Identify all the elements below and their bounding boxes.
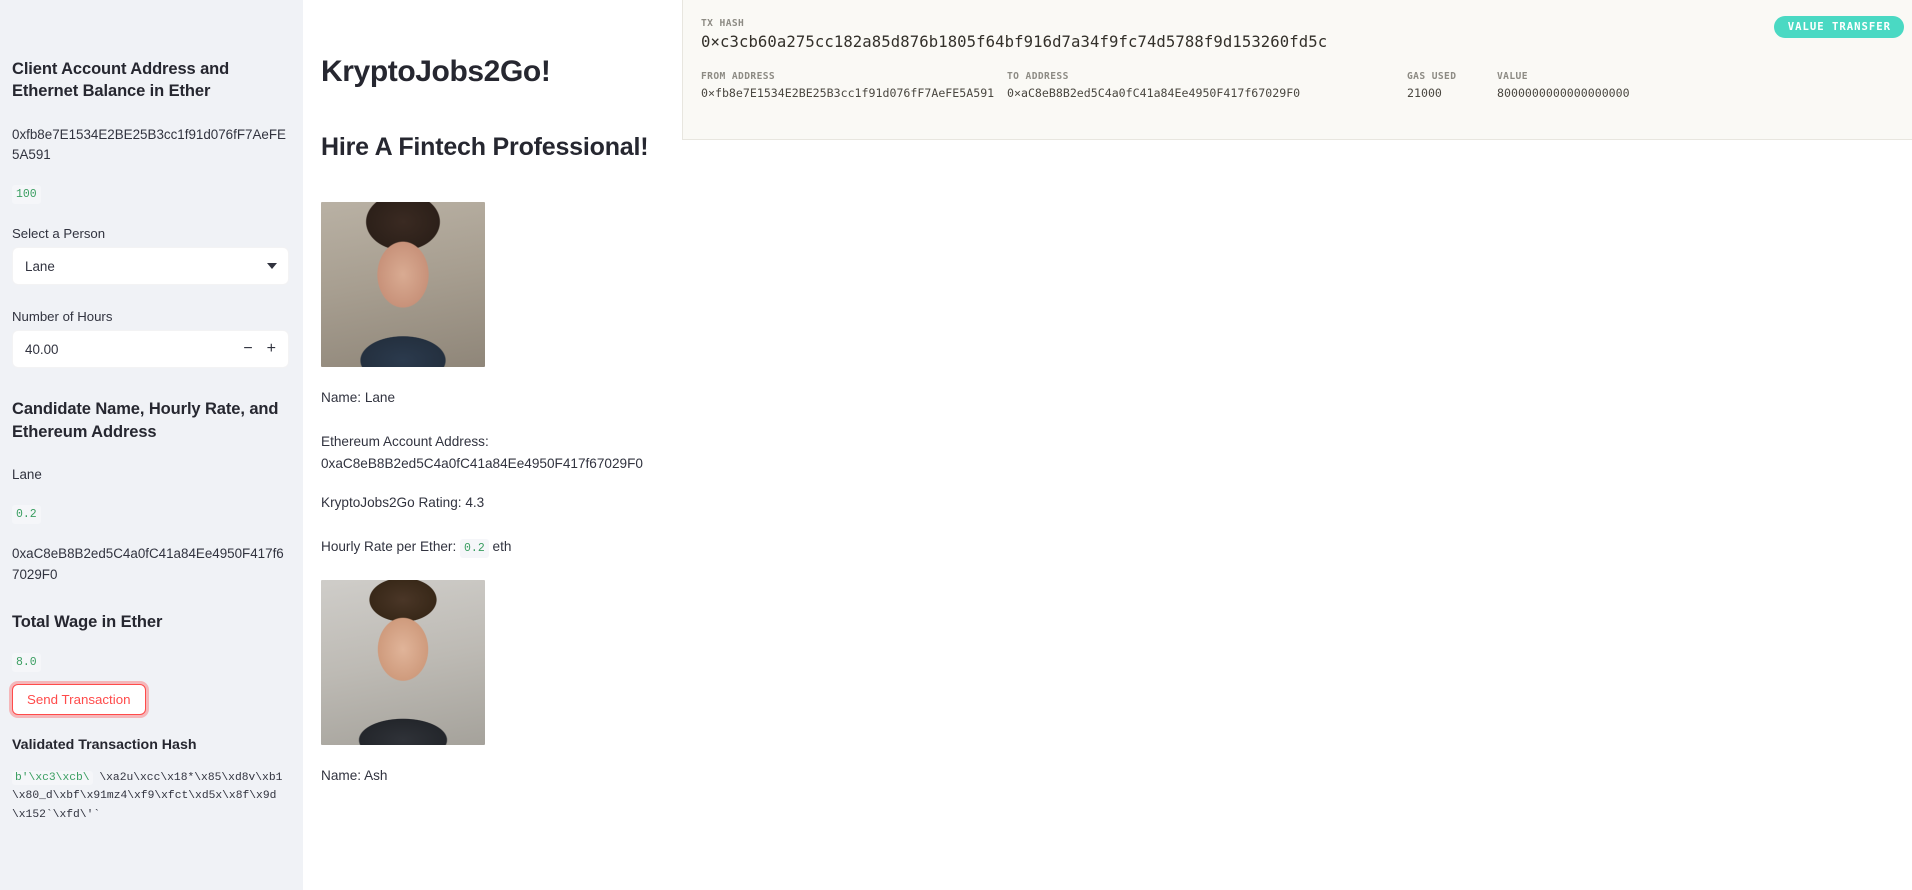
number-of-hours-input[interactable]: 40.00 − + bbox=[12, 330, 289, 369]
total-wage-wrapper: 8.0 bbox=[12, 652, 289, 672]
sidebar-heading-candidate: Candidate Name, Hourly Rate, and Ethereu… bbox=[12, 400, 279, 441]
tx-value-value: 8000000000000000000 bbox=[1497, 86, 1630, 100]
candidate-address-block: Ethereum Account Address: 0xaC8eB8B2ed5C… bbox=[321, 431, 678, 475]
candidate-name-line: Name: Ash bbox=[321, 768, 388, 784]
sidebar: Client Account Address and Ethernet Bala… bbox=[0, 0, 303, 890]
number-of-hours-label: Number of Hours bbox=[12, 309, 113, 325]
candidate-name-line: Name: Lane bbox=[321, 390, 396, 405]
tx-gas-label: GAS USED bbox=[1407, 71, 1457, 82]
candidate-photo-ash bbox=[321, 580, 485, 746]
candidate-card: Name: Lane Ethereum Account Address: 0xa… bbox=[321, 202, 678, 559]
candidate-name-value: Lane bbox=[12, 466, 42, 482]
candidate-rate-unit: eth bbox=[492, 539, 512, 554]
total-wage-value: 8.0 bbox=[12, 652, 41, 672]
tx-gas-value: 21000 bbox=[1407, 86, 1442, 100]
tx-from-label: FROM ADDRESS bbox=[701, 71, 776, 82]
status-badge: VALUE TRANSFER bbox=[1773, 16, 1904, 38]
app-root: Client Account Address and Ethernet Bala… bbox=[0, 0, 1912, 890]
candidate-card: Name: Ash bbox=[321, 580, 678, 787]
stepper-decrement-icon[interactable]: − bbox=[243, 341, 252, 357]
chevron-down-icon[interactable] bbox=[267, 263, 277, 270]
sidebar-heading-client-account: Client Account Address and Ethernet Bala… bbox=[12, 60, 230, 101]
transaction-card: TX HASH 0×c3cb60a275cc182a85d876b1805f64… bbox=[682, 0, 1912, 140]
tx-from-column: FROM ADDRESS 0×fb8e7E1534E2BE25B3cc1f91d… bbox=[701, 71, 1007, 100]
tx-gas-column: GAS USED 21000 bbox=[1407, 71, 1497, 100]
candidate-photo-lane bbox=[321, 202, 485, 367]
tx-to-label: TO ADDRESS bbox=[1007, 71, 1069, 82]
page-title: KryptoJobs2Go! bbox=[321, 55, 551, 88]
candidate-address-value: 0xaC8eB8B2ed5C4a0fC41a84Ee4950F417f67029… bbox=[321, 455, 643, 471]
tx-from-value: 0×fb8e7E1534E2BE25B3cc1f91d076fF7AeFE5A5… bbox=[701, 86, 995, 100]
stepper-increment-icon[interactable]: + bbox=[267, 341, 276, 357]
tx-to-column: TO ADDRESS 0×aC8eB8B2ed5C4a0fC41a84Ee495… bbox=[1007, 71, 1407, 100]
candidate-hourly-rate-value: 0.2 bbox=[12, 504, 41, 524]
tx-hash-label: TX HASH bbox=[701, 18, 745, 29]
candidate-rate-wrapper: 0.2 bbox=[12, 504, 289, 524]
candidate-ethereum-address: 0xaC8eB8B2ed5C4a0fC41a84Ee4950F417f67029… bbox=[12, 545, 284, 582]
transaction-detail-row: FROM ADDRESS 0×fb8e7E1534E2BE25B3cc1f91d… bbox=[701, 71, 1888, 100]
client-balance-wrapper: 100 bbox=[12, 184, 289, 205]
client-balance-value: 100 bbox=[12, 185, 41, 205]
validated-transaction-hash: b'\xc3\xcb\ \xa2u\xcc\x18*\x85\xd8v\xb1\… bbox=[12, 769, 289, 824]
main-content: KryptoJobs2Go! Hire A Fintech Profession… bbox=[303, 0, 678, 890]
sidebar-heading-validated-hash: Validated Transaction Hash bbox=[12, 736, 197, 753]
select-person-dropdown[interactable]: Lane bbox=[12, 247, 289, 286]
validated-hash-prefix: b'\xc3\xcb\ bbox=[12, 770, 93, 785]
candidate-rate-value: 0.2 bbox=[460, 539, 489, 559]
send-transaction-button[interactable]: Send Transaction bbox=[12, 683, 146, 715]
number-of-hours-value: 40.00 bbox=[25, 341, 59, 357]
candidate-rate-line: Hourly Rate per Ether: 0.2 eth bbox=[321, 536, 678, 559]
tx-hash-value: 0×c3cb60a275cc182a85d876b1805f64bf916d7a… bbox=[701, 33, 1328, 51]
tx-value-label: VALUE bbox=[1497, 71, 1528, 82]
select-person-value: Lane bbox=[25, 258, 55, 274]
candidate-address-label: Ethereum Account Address: bbox=[321, 433, 489, 449]
transaction-panel: TX HASH 0×c3cb60a275cc182a85d876b1805f64… bbox=[678, 0, 1912, 890]
client-account-address: 0xfb8e7E1534E2BE25B3cc1f91d076fF7AeFE5A5… bbox=[12, 126, 286, 163]
page-subtitle: Hire A Fintech Professional! bbox=[321, 133, 649, 161]
sidebar-heading-total-wage: Total Wage in Ether bbox=[12, 613, 163, 632]
tx-to-value: 0×aC8eB8B2ed5C4a0fC41a84Ee4950F417f67029… bbox=[1007, 86, 1301, 100]
candidate-rate-label: Hourly Rate per Ether: bbox=[321, 539, 457, 554]
tx-value-column: VALUE 8000000000000000000 bbox=[1497, 71, 1797, 100]
candidate-rating-line: KryptoJobs2Go Rating: 4.3 bbox=[321, 495, 485, 511]
quantity-stepper[interactable]: − + bbox=[243, 331, 282, 367]
select-person-label: Select a Person bbox=[12, 226, 106, 242]
